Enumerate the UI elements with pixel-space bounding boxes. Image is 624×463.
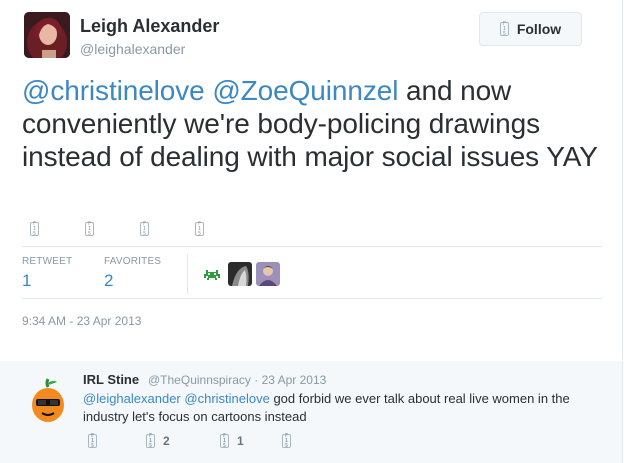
retweet-count: 1 [22, 271, 32, 290]
author-avatar[interactable] [24, 12, 70, 58]
retweet-stat[interactable]: RETWEET 1 [22, 256, 72, 291]
retweet-icon: F15 [146, 433, 155, 448]
reply-reply-action[interactable]: F15 [88, 433, 97, 448]
author-name[interactable]: Leigh Alexander [80, 16, 219, 37]
retweet-icon[interactable]: F15 [85, 221, 94, 236]
tweet-actions: F15 F15 F15 F15 [30, 221, 204, 236]
follow-button[interactable]: F15 Follow [479, 12, 582, 46]
follow-label: Follow [516, 21, 562, 37]
tweet-text: @christinelove @ZoeQuinnzel and now conv… [22, 74, 602, 173]
stats-divider [187, 254, 188, 294]
main-tweet: Leigh Alexander @leighalexander F15 Foll… [0, 0, 623, 360]
reply-author-handle[interactable]: @TheQuinnspiracy [148, 373, 251, 387]
reply-tweet[interactable]: IRL Stine @TheQuinnspiracy · 23 Apr 2013… [0, 361, 623, 463]
reply-more-action[interactable]: F15 [282, 433, 291, 448]
favorites-count: 2 [104, 271, 114, 290]
reply-author-name[interactable]: IRL Stine [83, 372, 139, 387]
follow-icon: F15 [499, 21, 509, 36]
divider [22, 298, 602, 299]
reply-retweet-action[interactable]: F15 2 [146, 433, 170, 448]
more-icon: F15 [282, 433, 291, 448]
author-handle[interactable]: @leighalexander [80, 41, 185, 57]
reply-author-avatar[interactable] [24, 375, 72, 423]
favorite-icon[interactable]: F15 [140, 221, 149, 236]
reply-retweet-count: 2 [163, 434, 170, 448]
more-icon[interactable]: F15 [195, 221, 204, 236]
favorite-icon: F15 [220, 433, 229, 448]
favoriters-avatars [200, 262, 280, 286]
reply-mention-leighalexander[interactable]: @leighalexander [83, 391, 181, 406]
reply-favorite-action[interactable]: F15 1 [220, 433, 244, 448]
favoriter-avatar-invader[interactable] [200, 262, 224, 286]
reply-mention-christinelove[interactable]: @christinelove [184, 391, 269, 406]
reply-favorite-count: 1 [237, 434, 244, 448]
retweet-stat-label: RETWEET [22, 256, 73, 267]
mention-zoequinnzel[interactable]: @ZoeQuinnzel [212, 75, 398, 106]
favorites-stat[interactable]: FAVORITES 2 [104, 256, 161, 291]
reply-text: @leighalexander @christinelove god forbi… [83, 390, 603, 426]
divider [22, 246, 602, 247]
reply-icon: F15 [88, 433, 97, 448]
tweet-timestamp[interactable]: 9:34 AM - 23 Apr 2013 [22, 314, 141, 328]
reply-meta: @TheQuinnspiracy · 23 Apr 2013 [148, 373, 326, 387]
reply-date[interactable]: 23 Apr 2013 [262, 373, 327, 387]
reply-icon[interactable]: F15 [30, 221, 39, 236]
mention-christinelove[interactable]: @christinelove [22, 75, 205, 106]
favorites-stat-label: FAVORITES [104, 256, 162, 267]
favoriter-avatar-person[interactable] [256, 262, 280, 286]
favoriter-avatar-dark[interactable] [228, 262, 252, 286]
reply-meta-separator: · [254, 373, 259, 387]
